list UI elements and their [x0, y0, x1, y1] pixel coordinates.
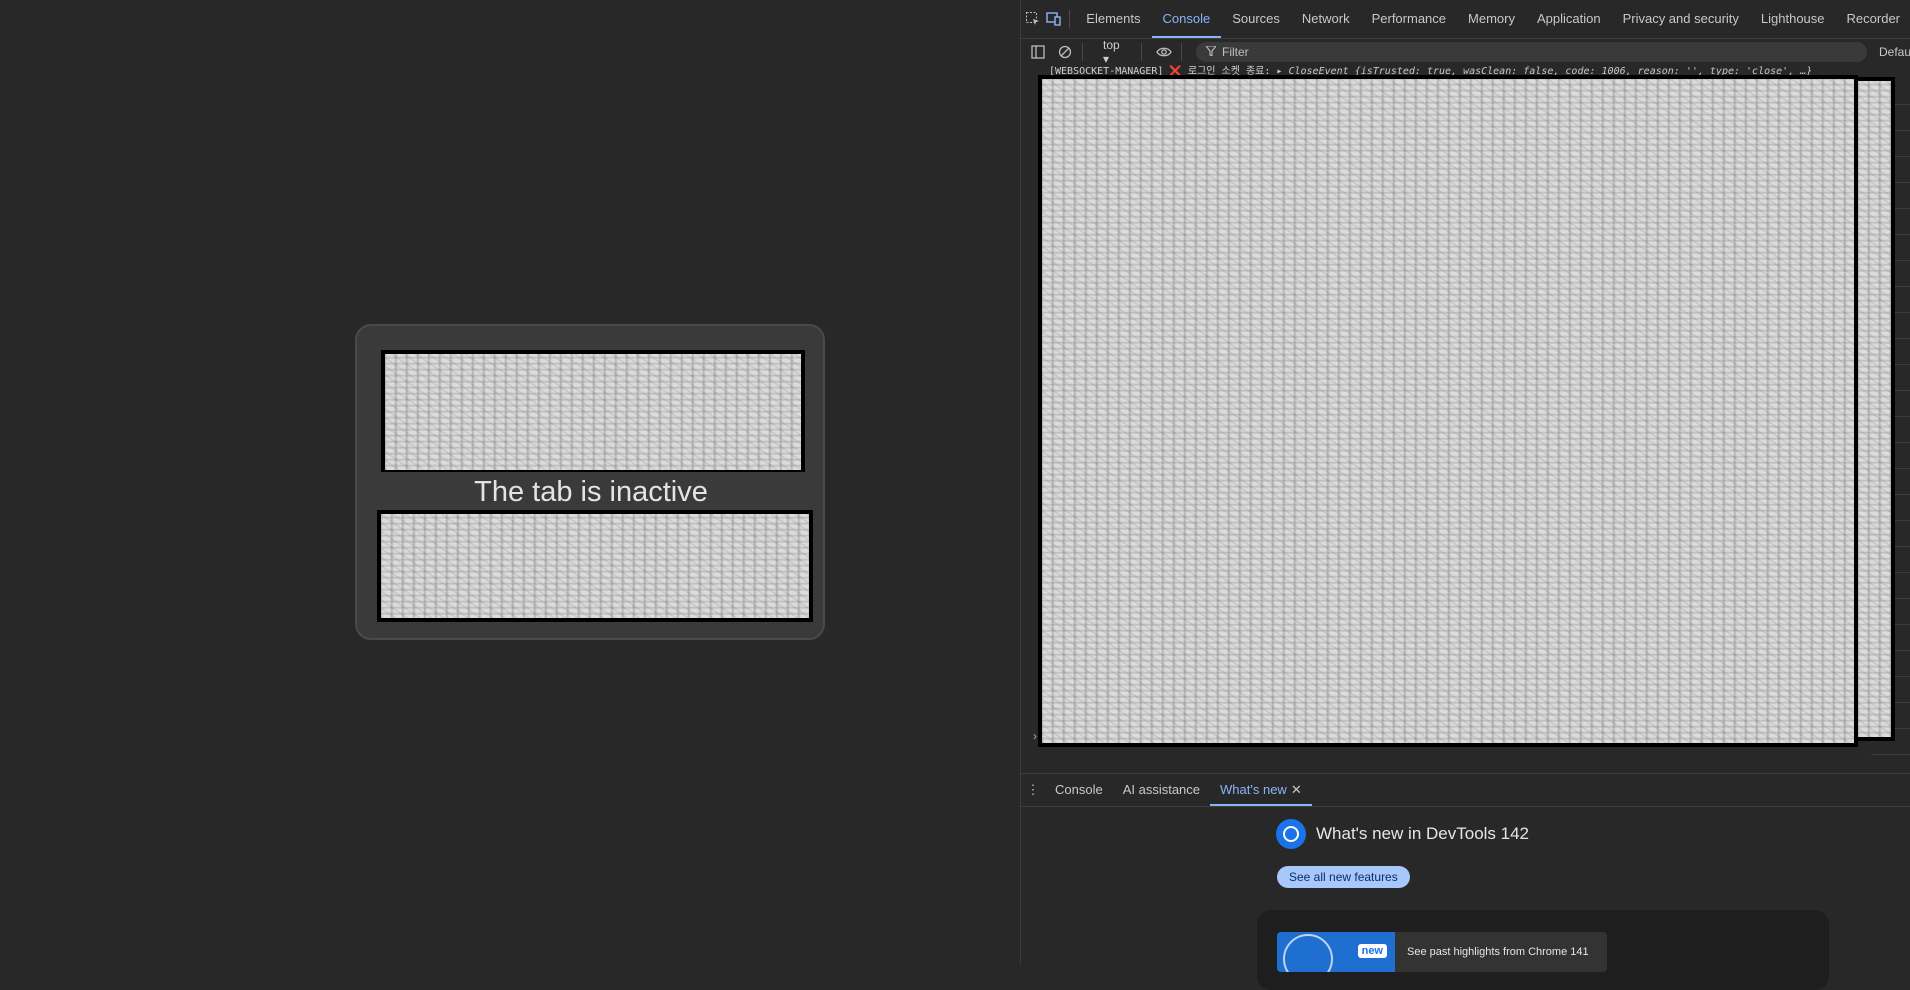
drawer-tab-console[interactable]: Console — [1045, 774, 1113, 806]
highlights-card: new See past highlights from Chrome 141 — [1257, 910, 1829, 990]
console-output: [WEBSOCKET-MANAGER] ❌ 로그인 소켓 종료: ▸ Close… — [1021, 65, 1910, 773]
inactive-tab-message: The tab is inactive — [377, 472, 805, 512]
whats-new-title: What's new in DevTools 142 — [1316, 824, 1530, 843]
devtools-panel: Elements Console Sources Network Perform… — [1020, 0, 1910, 990]
tab-sources[interactable]: Sources — [1221, 0, 1291, 38]
log-levels-dropdown[interactable]: Defau — [1879, 45, 1910, 59]
whats-new-header: What's new in DevTools 142 — [1276, 819, 1529, 849]
tab-privacy-security[interactable]: Privacy and security — [1612, 0, 1750, 38]
tab-network[interactable]: Network — [1291, 0, 1361, 38]
toolbar-divider — [1068, 10, 1070, 28]
page-viewport: The tab is inactive — [0, 0, 1020, 965]
toolbar-divider — [1082, 43, 1084, 61]
live-expression-eye-icon[interactable] — [1153, 41, 1175, 63]
tab-application[interactable]: Application — [1526, 0, 1612, 38]
filter-placeholder: Filter — [1221, 45, 1249, 59]
close-icon[interactable]: ✕ — [1291, 782, 1302, 797]
new-badge: new — [1357, 944, 1387, 958]
console-prompt-icon[interactable]: › — [1033, 729, 1037, 743]
sidebar-toggle-icon[interactable] — [1027, 41, 1049, 63]
clear-console-icon[interactable] — [1055, 41, 1077, 63]
drawer-tabbar: ⋮ Console AI assistance What's new ✕ — [1021, 773, 1910, 807]
chrome-ring-icon — [1283, 934, 1333, 972]
tab-memory[interactable]: Memory — [1457, 0, 1526, 38]
tab-lighthouse[interactable]: Lighthouse — [1750, 0, 1836, 38]
whats-new-panel: What's new in DevTools 142 See all new f… — [1021, 807, 1910, 990]
drawer-tab-whats-new-label: What's new — [1220, 782, 1287, 797]
tab-performance[interactable]: Performance — [1361, 0, 1457, 38]
console-filter-input[interactable]: Filter — [1195, 42, 1867, 62]
drawer-tab-ai-assistance[interactable]: AI assistance — [1113, 774, 1210, 806]
toolbar-divider — [1140, 43, 1142, 61]
see-all-features-button[interactable]: See all new features — [1277, 866, 1410, 888]
noise-image-bottom — [377, 510, 813, 622]
inspect-element-icon[interactable] — [1025, 5, 1042, 33]
toolbar-divider — [1181, 43, 1182, 61]
context-selector[interactable]: top ▾ — [1097, 38, 1134, 66]
tab-elements[interactable]: Elements — [1075, 0, 1151, 38]
highlight-text: See past highlights from Chrome 141 — [1407, 946, 1589, 958]
noise-image-overlay — [1038, 75, 1858, 747]
noise-image-top — [381, 350, 805, 474]
device-toolbar-icon[interactable] — [1046, 5, 1063, 33]
context-selector-label: top — [1103, 38, 1120, 52]
past-highlights-link[interactable]: new See past highlights from Chrome 141 — [1277, 932, 1607, 972]
chevron-down-icon: ▾ — [1103, 52, 1110, 66]
tab-console[interactable]: Console — [1151, 0, 1222, 38]
tab-recorder[interactable]: Recorder — [1836, 0, 1910, 38]
more-options-icon[interactable]: ⋮ — [1021, 782, 1045, 798]
drawer-tab-whats-new[interactable]: What's new ✕ — [1210, 774, 1312, 806]
chrome-logo-icon — [1276, 819, 1306, 849]
filter-icon — [1204, 45, 1218, 59]
console-toolbar: top ▾ Filter Defau — [1021, 38, 1910, 66]
inactive-tab-card: The tab is inactive — [355, 324, 825, 640]
devtools-main-tabbar: Elements Console Sources Network Perform… — [1021, 0, 1910, 39]
highlight-thumbnail: new — [1277, 932, 1395, 972]
